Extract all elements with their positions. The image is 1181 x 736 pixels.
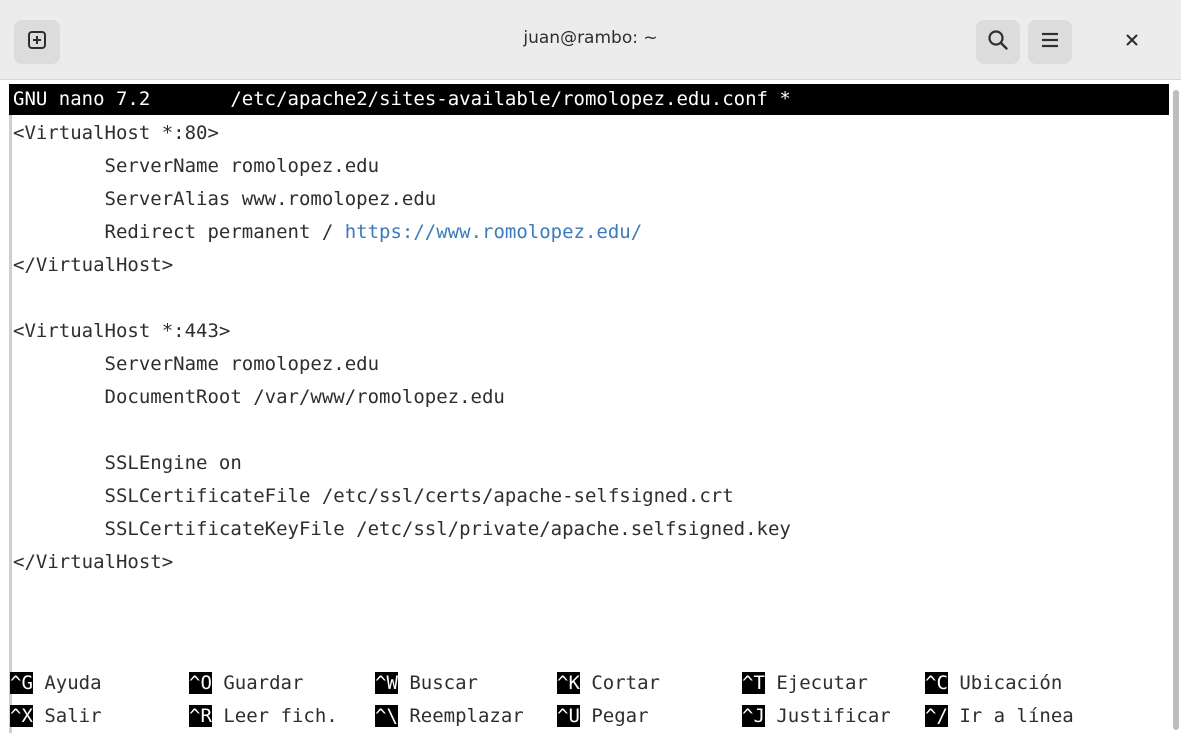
shortcut-row-1: ^G Ayuda ^O Guardar ^W Buscar ^K Cortar … [10, 667, 1163, 700]
file-line: SSLCertificateKeyFile /etc/ssl/private/a… [13, 518, 791, 540]
shortcut-read-file[interactable]: ^R Leer fich. [189, 700, 338, 733]
file-line: Redirect permanent / https://www.romolop… [13, 216, 643, 249]
file-line: <VirtualHost *:80> [13, 122, 219, 144]
shortcut-save[interactable]: ^O Guardar [189, 667, 303, 700]
hamburger-menu-icon [1039, 29, 1061, 56]
shortcut-cut[interactable]: ^K Cortar [557, 667, 660, 700]
nano-title-bar: GNU nano 7.2 /etc/apache2/sites-availabl… [9, 84, 1169, 115]
file-line: <VirtualHost *:443> [13, 320, 231, 342]
file-line: </VirtualHost> [13, 551, 174, 573]
nano-version: GNU nano 7.2 [13, 88, 151, 110]
shortcut-paste[interactable]: ^U Pegar [557, 700, 649, 733]
new-tab-button[interactable] [14, 20, 60, 64]
menu-button[interactable] [1028, 20, 1072, 64]
left-edge-marker [9, 115, 12, 733]
search-icon [987, 29, 1009, 56]
shortcut-justify[interactable]: ^J Justificar [742, 700, 891, 733]
shortcut-execute[interactable]: ^T Ejecutar [742, 667, 868, 700]
shortcut-search[interactable]: ^W Buscar [375, 667, 478, 700]
header-bar: juan@rambo: ~ [0, 0, 1181, 80]
close-button[interactable] [1110, 20, 1154, 64]
terminal-window: juan@rambo: ~ GNU nano 7.2 /etc/apache2/… [0, 0, 1181, 736]
shortcut-replace[interactable]: ^\ Reemplazar [375, 700, 524, 733]
file-line: SSLEngine on [13, 452, 242, 474]
redirect-directive: Redirect permanent / [13, 221, 345, 243]
file-line: ServerName romolopez.edu [13, 155, 380, 177]
file-line: SSLCertificateFile /etc/ssl/certs/apache… [13, 485, 734, 507]
file-line: DocumentRoot /var/www/romolopez.edu [13, 386, 505, 408]
plus-square-icon [27, 30, 47, 55]
terminal-area[interactable]: GNU nano 7.2 /etc/apache2/sites-availabl… [0, 80, 1170, 736]
terminal-scrollbar[interactable] [1170, 80, 1181, 736]
shortcut-go-to-line[interactable]: ^/ Ir a línea [925, 700, 1074, 733]
file-line: </VirtualHost> [13, 254, 174, 276]
nano-filename: /etc/apache2/sites-available/romolopez.e… [230, 88, 791, 110]
shortcut-location[interactable]: ^C Ubicación [925, 667, 1062, 700]
redirect-url: https://www.romolopez.edu/ [344, 221, 643, 243]
shortcut-row-2: ^X Salir ^R Leer fich. ^\ Reemplazar ^U … [10, 700, 1163, 733]
shortcut-exit[interactable]: ^X Salir [10, 700, 102, 733]
file-line: ServerAlias www.romolopez.edu [13, 188, 437, 210]
search-button[interactable] [976, 20, 1020, 64]
scrollbar-thumb[interactable] [1173, 90, 1179, 730]
close-icon [1125, 33, 1139, 52]
shortcut-help[interactable]: ^G Ayuda [10, 667, 102, 700]
file-line: ServerName romolopez.edu [13, 353, 380, 375]
